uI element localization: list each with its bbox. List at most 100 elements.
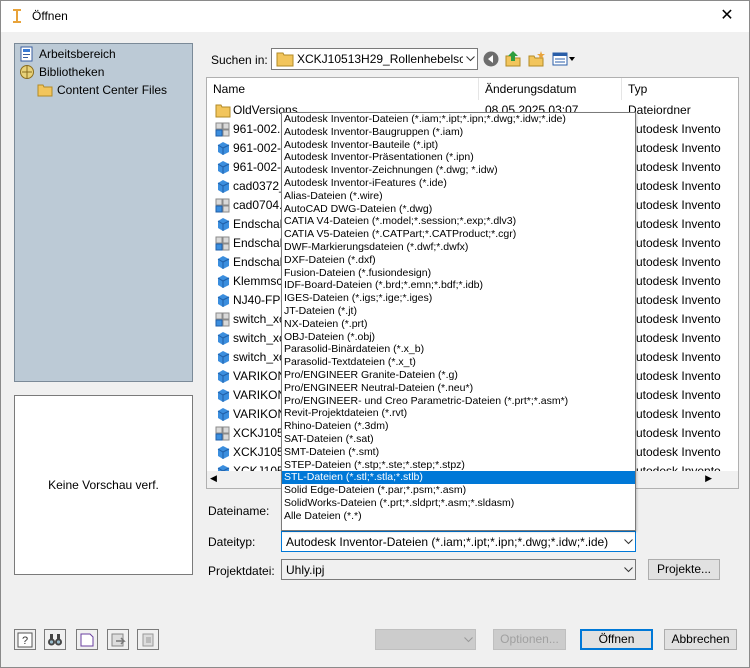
filetype-select[interactable]: Autodesk Inventor-Dateien (*.iam;*.ipt;*… [281, 531, 636, 552]
projects-button[interactable]: Projekte... [648, 559, 720, 580]
part-icon [215, 369, 231, 384]
options-button: Optionen... [493, 629, 566, 650]
libraries-icon [20, 65, 34, 79]
place-workspace[interactable]: Arbeitsbereich [19, 45, 116, 63]
file-properties-button[interactable] [137, 629, 159, 650]
place-content-center[interactable]: Content Center Files [37, 81, 167, 99]
filetype-option[interactable]: SAT-Dateien (*.sat) [282, 433, 635, 446]
filetype-option[interactable]: STL-Dateien (*.stl;*.stla;*.stlb) [282, 471, 635, 485]
new-file-button[interactable] [76, 629, 98, 650]
find-button[interactable] [44, 629, 66, 650]
binoculars-icon [48, 633, 62, 645]
scroll-right-icon[interactable]: ▶ [705, 473, 712, 484]
up-folder-button[interactable] [503, 49, 523, 69]
filetype-option[interactable]: SMT-Dateien (*.smt) [282, 446, 635, 459]
filetype-option[interactable]: Rhino-Dateien (*.3dm) [282, 420, 635, 433]
vault-button[interactable] [107, 629, 129, 650]
filetype-option[interactable]: Pro/ENGINEER- und Creo Parametric-Dateie… [282, 395, 635, 408]
preview-pane: Keine Vorschau verf. [14, 395, 193, 575]
file-type: Autodesk Invento [628, 369, 721, 383]
part-icon [215, 407, 231, 422]
filetype-option[interactable]: DWF-Markierungsdateien (*.dwf;*.dwfx) [282, 241, 635, 254]
part-icon [215, 255, 231, 270]
scroll-left-icon[interactable]: ◀ [210, 473, 217, 484]
filetype-option[interactable]: Solid Edge-Dateien (*.par;*.psm;*.asm) [282, 484, 635, 497]
preview-text: Keine Vorschau verf. [48, 478, 159, 492]
folder-icon [215, 103, 231, 118]
document-icon [80, 633, 94, 646]
back-button[interactable] [481, 49, 501, 69]
file-name: 961-002-0 [233, 160, 288, 174]
filetype-option[interactable]: CATIA V4-Dateien (*.model;*.session;*.ex… [282, 215, 635, 228]
close-button[interactable]: ✕ [713, 5, 741, 27]
help-button[interactable]: ? [14, 629, 36, 650]
chevron-down-icon[interactable] [621, 560, 635, 580]
filetype-option[interactable]: Autodesk Inventor-Zeichnungen (*.dwg; *.… [282, 164, 635, 177]
column-header-date[interactable]: Änderungsdatum [479, 78, 622, 100]
filetype-option[interactable]: Alle Dateien (*.*) [282, 510, 635, 523]
file-name: VARIKON [233, 388, 287, 402]
file-name: NJ40-FP- [233, 293, 285, 307]
filetype-option[interactable]: Parasolid-Textdateien (*.x_t) [282, 356, 635, 369]
svg-text:?: ? [22, 635, 28, 647]
project-select[interactable]: Uhly.ipj [281, 559, 636, 580]
project-label: Projektdatei: [208, 564, 275, 578]
filetype-option[interactable]: Pro/ENGINEER Granite-Dateien (*.g) [282, 369, 635, 382]
open-button[interactable]: Öffnen [580, 629, 653, 650]
view-menu-button[interactable] [551, 49, 577, 69]
place-libraries[interactable]: Bibliotheken [19, 63, 104, 81]
filetype-option[interactable]: OBJ-Dateien (*.obj) [282, 331, 635, 344]
back-arrow-icon [483, 51, 499, 67]
filetype-option[interactable]: IGES-Dateien (*.igs;*.ige;*.iges) [282, 292, 635, 305]
filetype-option[interactable]: CATIA V5-Dateien (*.CATPart;*.CATProduct… [282, 228, 635, 241]
chevron-down-icon[interactable] [621, 532, 635, 552]
filetype-option[interactable]: JT-Dateien (*.jt) [282, 305, 635, 318]
file-type: Autodesk Invento [628, 122, 721, 136]
filetype-option[interactable]: Alias-Dateien (*.wire) [282, 190, 635, 203]
filetype-option[interactable]: DXF-Dateien (*.dxf) [282, 254, 635, 267]
lookin-combo[interactable]: XCKJ10513H29_Rollenhebelscha [271, 48, 478, 70]
help-icon: ? [17, 632, 33, 647]
file-type: Autodesk Invento [628, 179, 721, 193]
column-header-name[interactable]: Name [207, 78, 479, 100]
cancel-button[interactable]: Abbrechen [664, 629, 737, 650]
file-type: Dateiordner [628, 103, 691, 117]
file-type: Autodesk Invento [628, 236, 721, 250]
file-type: Autodesk Invento [628, 312, 721, 326]
part-icon [215, 179, 231, 194]
file-name: Endschalt [233, 217, 286, 231]
assembly-icon [215, 236, 231, 251]
chevron-down-icon [461, 630, 475, 650]
filetype-option[interactable]: Autodesk Inventor-Bauteile (*.ipt) [282, 139, 635, 152]
chevron-down-icon[interactable] [463, 49, 477, 69]
column-header-type[interactable]: Typ [622, 78, 738, 100]
filetype-value: Autodesk Inventor-Dateien (*.iam;*.ipt;*… [286, 534, 609, 549]
filetype-option[interactable]: STEP-Dateien (*.stp;*.ste;*.step;*.stpz) [282, 459, 635, 472]
filetype-option[interactable]: Pro/ENGINEER Neutral-Dateien (*.neu*) [282, 382, 635, 395]
file-name: cad0372_ [233, 179, 286, 193]
file-name: Endschalt [233, 255, 286, 269]
filetype-option[interactable]: NX-Dateien (*.prt) [282, 318, 635, 331]
filename-label: Dateiname: [208, 504, 270, 518]
file-type: Autodesk Invento [628, 255, 721, 269]
filetype-option[interactable]: Parasolid-Binärdateien (*.x_b) [282, 343, 635, 356]
file-name: switch_xc [233, 312, 286, 326]
filetype-option[interactable]: Autodesk Inventor-Präsentationen (*.ipn) [282, 151, 635, 164]
filetype-option[interactable]: Revit-Projektdateien (*.rvt) [282, 407, 635, 420]
filetype-option[interactable]: Autodesk Inventor-iFeatures (*.ide) [282, 177, 635, 190]
places-panel: Arbeitsbereich Bibliotheken Content Cent… [14, 43, 193, 382]
filetype-option[interactable]: Fusion-Dateien (*.fusiondesign) [282, 267, 635, 280]
part-icon [215, 293, 231, 308]
part-icon [215, 331, 231, 346]
part-icon [215, 160, 231, 175]
file-name: switch_xc [233, 350, 286, 364]
filetype-option[interactable]: Autodesk Inventor-Baugruppen (*.iam) [282, 126, 635, 139]
file-name: cad0704.i [233, 198, 286, 212]
filetype-option[interactable]: IDF-Board-Dateien (*.brd;*.emn;*.bdf;*.i… [282, 279, 635, 292]
filetype-option[interactable]: AutoCAD DWG-Dateien (*.dwg) [282, 203, 635, 216]
filetype-dropdown-list[interactable]: Autodesk Inventor-Dateien (*.iam;*.ipt;*… [281, 112, 636, 531]
view-grid-icon [552, 52, 575, 66]
filetype-option[interactable]: Autodesk Inventor-Dateien (*.iam;*.ipt;*… [282, 113, 635, 126]
filetype-option[interactable]: SolidWorks-Dateien (*.prt;*.sldprt;*.asm… [282, 497, 635, 510]
new-folder-button[interactable] [527, 49, 547, 69]
